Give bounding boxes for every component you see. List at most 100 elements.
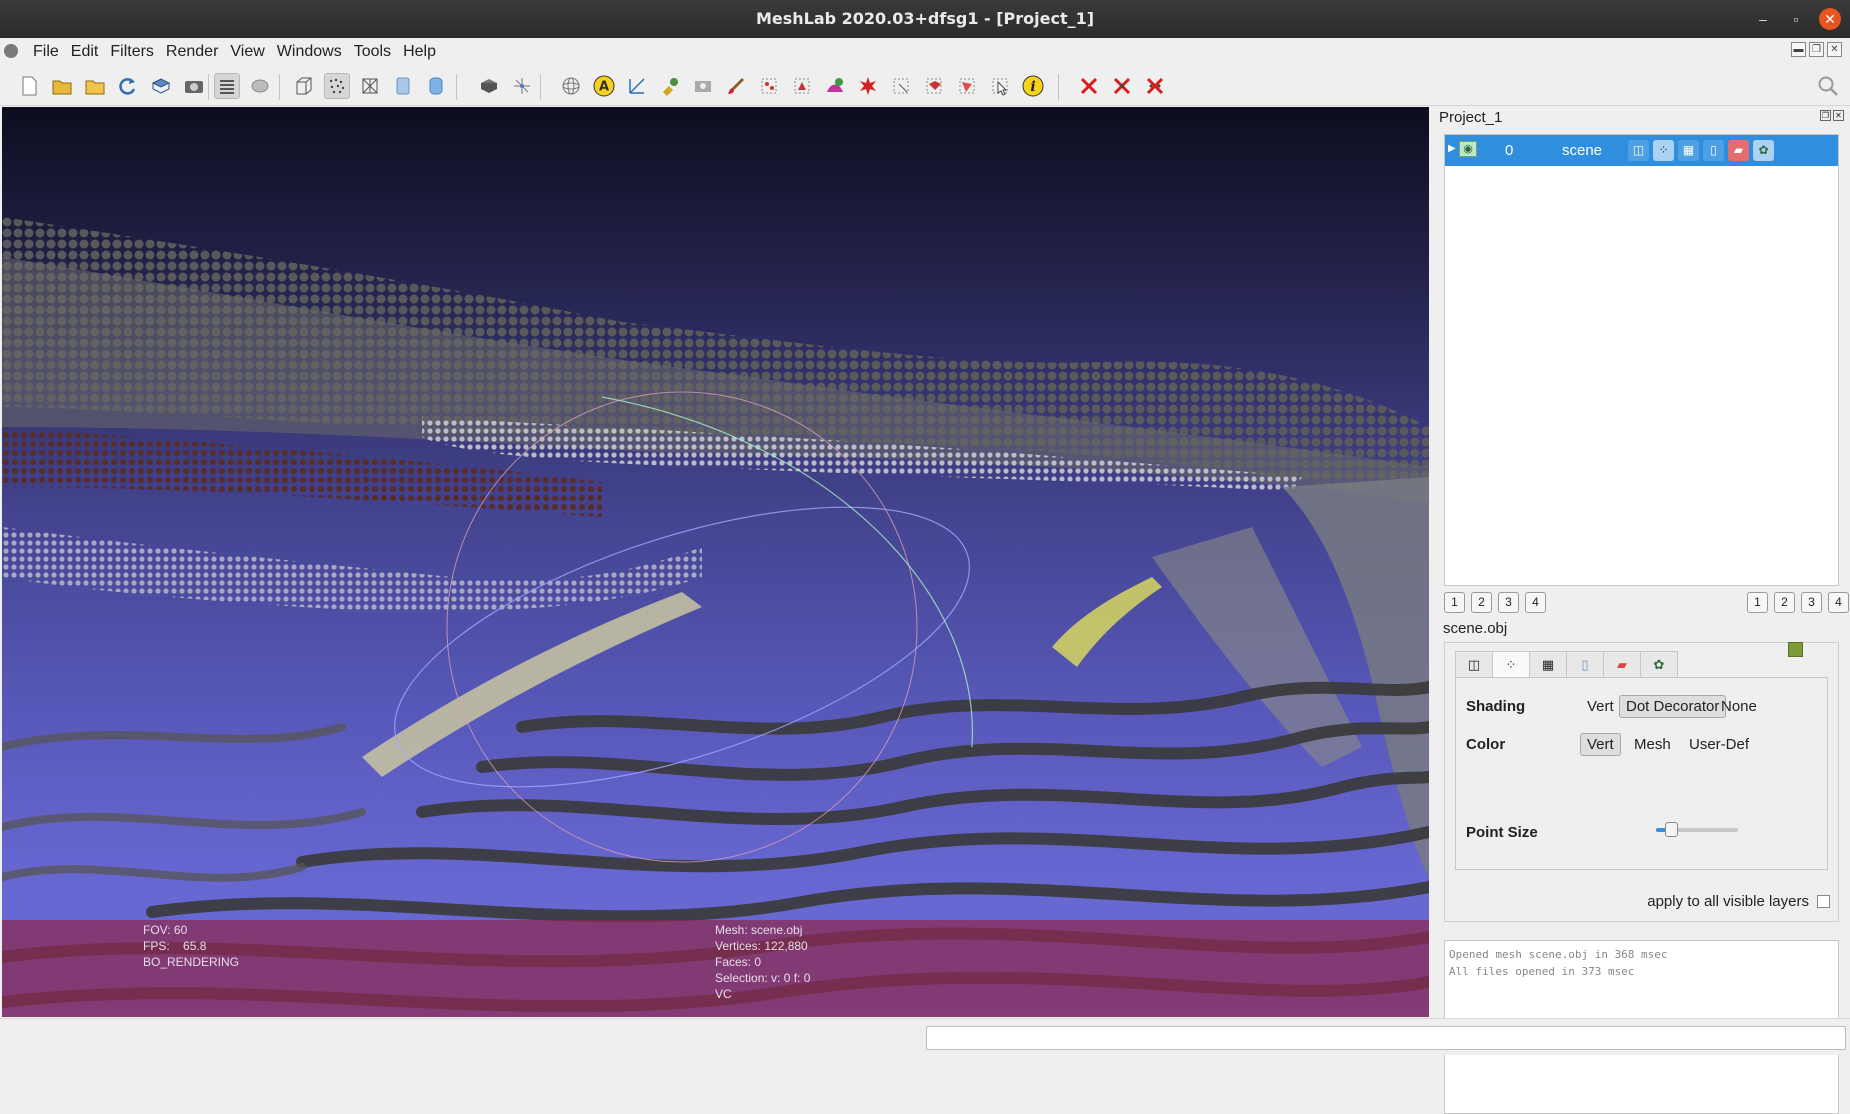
- wireframe-icon[interactable]: [357, 73, 383, 99]
- search-icon[interactable]: [1815, 73, 1841, 99]
- select-faces-icon[interactable]: [789, 73, 815, 99]
- toolbar-separator: [279, 74, 280, 100]
- mesh-name-label: Mesh: scene.obj: [715, 923, 803, 937]
- export-mesh-icon[interactable]: [148, 73, 174, 99]
- color-vert-option[interactable]: Vert: [1580, 733, 1621, 756]
- 3d-viewport[interactable]: FOV: 60 FPS: 65.8 BO_RENDERING Mesh: sce…: [2, 107, 1429, 1017]
- main-toolbar: A i: [0, 66, 1850, 106]
- right-view-button-2[interactable]: 2: [1774, 592, 1795, 613]
- layer-flat-icon[interactable]: ▯: [1703, 140, 1724, 161]
- apply-all-label: apply to all visible layers: [1647, 893, 1809, 910]
- select-connected-icon[interactable]: [888, 73, 914, 99]
- mdi-minimize-icon[interactable]: ▬: [1791, 42, 1806, 57]
- raster-icon[interactable]: [247, 73, 273, 99]
- svg-text:A: A: [599, 80, 609, 95]
- apply-all-checkbox[interactable]: [1817, 895, 1830, 908]
- delete-faces-icon[interactable]: [1109, 73, 1135, 99]
- menu-view[interactable]: View: [224, 42, 270, 62]
- dock-float-icon[interactable]: ❐: [1820, 110, 1831, 121]
- manipulator-icon[interactable]: [657, 73, 683, 99]
- layer-texture-icon[interactable]: ▰: [1728, 140, 1749, 161]
- app-menu-icon[interactable]: [4, 44, 18, 58]
- restore-button[interactable]: ▫: [1785, 8, 1807, 30]
- menu-render[interactable]: Render: [160, 42, 224, 62]
- right-view-button-4[interactable]: 4: [1828, 592, 1849, 613]
- point-size-slider-handle[interactable]: [1665, 822, 1678, 837]
- georef-icon[interactable]: [855, 73, 881, 99]
- shading-vert-option[interactable]: Vert: [1581, 696, 1620, 717]
- reload-icon[interactable]: [115, 73, 141, 99]
- select-vertices-icon[interactable]: [756, 73, 782, 99]
- left-view-button-4[interactable]: 4: [1525, 592, 1546, 613]
- annotation-icon[interactable]: A: [591, 73, 617, 99]
- point-size-slider[interactable]: [1656, 822, 1738, 837]
- left-view-button-2[interactable]: 2: [1471, 592, 1492, 613]
- menu-filters[interactable]: Filters: [104, 42, 160, 62]
- trackball-icon[interactable]: [558, 73, 584, 99]
- menu-edit[interactable]: Edit: [65, 42, 105, 62]
- mdi-restore-icon[interactable]: ❐: [1809, 42, 1824, 57]
- selection-count-label: Selection: v: 0 f: 0: [715, 971, 811, 985]
- light-icon[interactable]: [476, 73, 502, 99]
- tab-solid[interactable]: ▯: [1566, 651, 1604, 678]
- title-bar: MeshLab 2020.03+dfsg1 - [Project_1] – ▫ …: [0, 0, 1850, 38]
- import-mesh-icon[interactable]: [82, 73, 108, 99]
- pick-points-icon[interactable]: [987, 73, 1013, 99]
- snapshot-raster-icon[interactable]: [690, 73, 716, 99]
- points-icon[interactable]: [324, 73, 350, 99]
- measure-icon[interactable]: [624, 73, 650, 99]
- log-line: Opened mesh scene.obj in 368 msec: [1449, 948, 1668, 961]
- info-icon[interactable]: i: [1020, 73, 1046, 99]
- tab-points[interactable]: ⁘: [1492, 651, 1530, 678]
- snapshot-icon[interactable]: [181, 73, 207, 99]
- close-button[interactable]: ✕: [1819, 8, 1841, 30]
- layers-icon[interactable]: [214, 73, 240, 99]
- tab-decorators[interactable]: ✿: [1640, 651, 1678, 678]
- layer-bbox-icon[interactable]: ◫: [1628, 140, 1649, 161]
- color-mesh-option[interactable]: Mesh: [1628, 734, 1677, 755]
- z-painting-icon[interactable]: [822, 73, 848, 99]
- menu-windows[interactable]: Windows: [271, 42, 348, 62]
- vertex-color-label: VC: [715, 987, 732, 1001]
- layer-name[interactable]: scene: [1562, 142, 1602, 159]
- layer-decorator-icon[interactable]: ✿: [1753, 140, 1774, 161]
- faces-count-label: Faces: 0: [715, 955, 762, 969]
- bounding-box-icon[interactable]: [291, 73, 317, 99]
- open-project-icon[interactable]: [49, 73, 75, 99]
- select-faces-rect-icon[interactable]: [921, 73, 947, 99]
- user-def-color-swatch[interactable]: [1788, 642, 1803, 657]
- status-progress-field: [926, 1026, 1846, 1050]
- color-user-def-option[interactable]: User-Def: [1683, 734, 1755, 755]
- left-view-button-1[interactable]: 1: [1444, 592, 1465, 613]
- mdi-close-icon[interactable]: ✕: [1827, 42, 1842, 57]
- left-view-button-3[interactable]: 3: [1498, 592, 1519, 613]
- smooth-icon[interactable]: [423, 73, 449, 99]
- layer-points-icon[interactable]: ⁘: [1653, 140, 1674, 161]
- menu-help[interactable]: Help: [397, 42, 442, 62]
- select-vertex-rect-icon[interactable]: [954, 73, 980, 99]
- flat-icon[interactable]: [390, 73, 416, 99]
- tab-wireframe[interactable]: ▦: [1529, 651, 1567, 678]
- new-project-icon[interactable]: [16, 73, 42, 99]
- menu-file[interactable]: File: [27, 42, 65, 62]
- layer-wireframe-icon[interactable]: ▦: [1678, 140, 1699, 161]
- right-view-button-1[interactable]: 1: [1747, 592, 1768, 613]
- minimize-button[interactable]: –: [1752, 8, 1774, 30]
- shading-dot-decorator-option[interactable]: Dot Decorator: [1619, 695, 1727, 718]
- apply-all-layers-row[interactable]: apply to all visible layers: [1647, 893, 1830, 910]
- dock-close-icon[interactable]: ✕: [1833, 110, 1844, 121]
- visibility-eye-icon[interactable]: ◉: [1459, 141, 1477, 157]
- delete-selected-icon[interactable]: [1076, 73, 1102, 99]
- expand-arrow-icon[interactable]: ▶: [1448, 143, 1456, 154]
- menu-tools[interactable]: Tools: [348, 42, 397, 62]
- axis-icon[interactable]: [509, 73, 535, 99]
- shading-none-option[interactable]: None: [1715, 696, 1763, 717]
- layer-row-scene[interactable]: ▶ ◉ 0 scene ◫ ⁘ ▦ ▯ ▰ ✿: [1445, 135, 1838, 166]
- layer-id: 0: [1505, 142, 1514, 159]
- delete-vertices-icon[interactable]: [1142, 73, 1168, 99]
- paint-icon[interactable]: [723, 73, 749, 99]
- tab-bbox[interactable]: ◫: [1455, 651, 1493, 678]
- toolbar-separator: [540, 74, 541, 100]
- tab-texture[interactable]: ▰: [1603, 651, 1641, 678]
- right-view-button-3[interactable]: 3: [1801, 592, 1822, 613]
